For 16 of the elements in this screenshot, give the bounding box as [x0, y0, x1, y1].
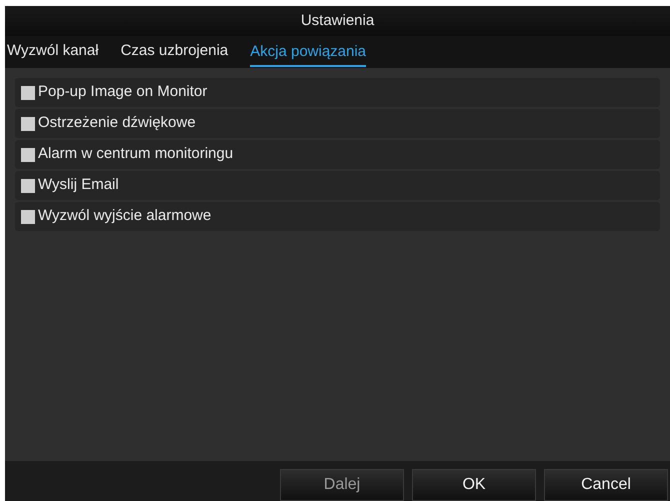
checkbox[interactable] [21, 178, 35, 192]
option-label: Alarm w centrum monitoringu [38, 144, 234, 164]
checkbox[interactable] [21, 210, 35, 224]
tab[interactable]: Wyzwól kanał [7, 40, 99, 64]
checkbox[interactable] [21, 86, 35, 100]
tab[interactable]: Czas uzbrojenia [120, 40, 228, 64]
window-title: Ustawienia [300, 10, 374, 31]
dialog-button[interactable]: OK [412, 469, 536, 501]
option-label: Ostrzeżenie dźwiękowe [38, 113, 196, 134]
option-label: Wyzwól wyjście alarmowe [38, 206, 212, 226]
tab[interactable]: Akcja powiązania [250, 41, 366, 67]
checkbox[interactable] [21, 116, 35, 130]
option-label: Pop-up Image on Monitor [38, 82, 208, 102]
checkbox[interactable] [21, 148, 35, 162]
dialog-button[interactable]: Cancel [544, 469, 668, 501]
option-label: Wyslij Email [38, 175, 119, 196]
